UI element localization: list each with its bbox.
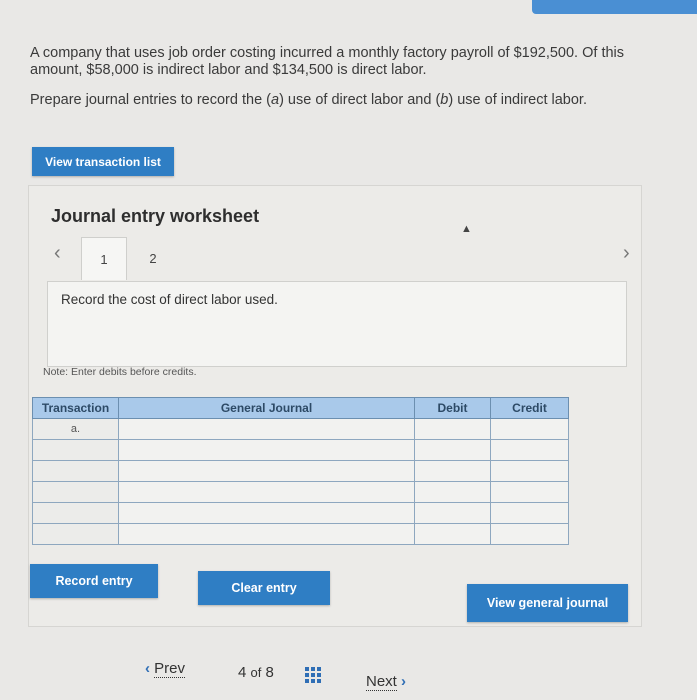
record-entry-button[interactable]: Record entry (30, 564, 158, 598)
table-row (32, 460, 569, 482)
note-text: Note: Enter debits before credits. (43, 366, 197, 378)
debit-input[interactable] (414, 523, 491, 545)
debit-input[interactable] (414, 460, 491, 482)
tab-1[interactable]: 1 (81, 237, 127, 280)
transaction-cell: a. (32, 418, 119, 440)
account-input[interactable] (118, 502, 415, 524)
instruction-text: Record the cost of direct labor used. (61, 292, 278, 307)
grid-menu-icon[interactable] (305, 667, 321, 683)
credit-input[interactable] (490, 523, 569, 545)
top-right-button[interactable] (532, 0, 697, 14)
chevron-right-icon: › (401, 673, 407, 690)
chevron-left-icon: ‹ (145, 660, 150, 677)
question-line-1: A company that uses job order costing in… (30, 45, 625, 78)
journal-table: Transaction General Journal Debit Credit… (32, 397, 569, 545)
prev-tab-arrow-icon[interactable]: ‹ (54, 242, 61, 265)
next-label: Next (366, 673, 397, 691)
question-text: A company that uses job order costing in… (30, 45, 670, 122)
debit-input[interactable] (414, 481, 491, 503)
instruction-box: Record the cost of direct labor used. (47, 281, 627, 367)
transaction-cell (32, 523, 119, 545)
header-debit: Debit (414, 397, 491, 419)
credit-input[interactable] (490, 418, 569, 440)
next-page-link[interactable]: Next › (366, 673, 407, 691)
page-indicator: 4 of 8 (238, 664, 274, 681)
debit-input[interactable] (414, 418, 491, 440)
debit-input[interactable] (414, 439, 491, 461)
account-input[interactable] (118, 523, 415, 545)
cursor-icon: ▲ (461, 223, 472, 235)
worksheet-title: Journal entry worksheet (51, 206, 260, 226)
credit-input[interactable] (490, 460, 569, 482)
view-general-journal-button[interactable]: View general journal (467, 584, 628, 622)
header-transaction: Transaction (32, 397, 119, 419)
credit-input[interactable] (490, 502, 569, 524)
tab-2[interactable]: 2 (135, 239, 171, 277)
credit-input[interactable] (490, 481, 569, 503)
transaction-cell (32, 502, 119, 524)
table-row: a. (32, 418, 569, 440)
prev-label: Prev (154, 660, 186, 678)
header-general-journal: General Journal (118, 397, 415, 419)
total-pages: 8 (265, 664, 274, 681)
table-row (32, 481, 569, 503)
account-input[interactable] (118, 481, 415, 503)
journal-entry-worksheet: Journal entry worksheet ▲ ‹ 1 2 › Record… (28, 185, 642, 627)
account-input[interactable] (118, 439, 415, 461)
credit-input[interactable] (490, 439, 569, 461)
transaction-cell (32, 481, 119, 503)
question-line-2: Prepare journal entries to record the (a… (30, 92, 587, 108)
clear-entry-button[interactable]: Clear entry (198, 571, 330, 605)
next-tab-arrow-icon[interactable]: › (623, 242, 630, 265)
table-row (32, 502, 569, 524)
transaction-cell (32, 439, 119, 461)
prev-page-link[interactable]: ‹ Prev (145, 660, 186, 678)
header-credit: Credit (490, 397, 569, 419)
page-of: of (250, 665, 262, 680)
account-input[interactable] (118, 418, 415, 440)
current-page: 4 (238, 664, 247, 681)
view-transaction-list-button[interactable]: View transaction list (32, 147, 174, 176)
table-row (32, 439, 569, 461)
transaction-cell (32, 460, 119, 482)
debit-input[interactable] (414, 502, 491, 524)
account-input[interactable] (118, 460, 415, 482)
table-row (32, 523, 569, 545)
